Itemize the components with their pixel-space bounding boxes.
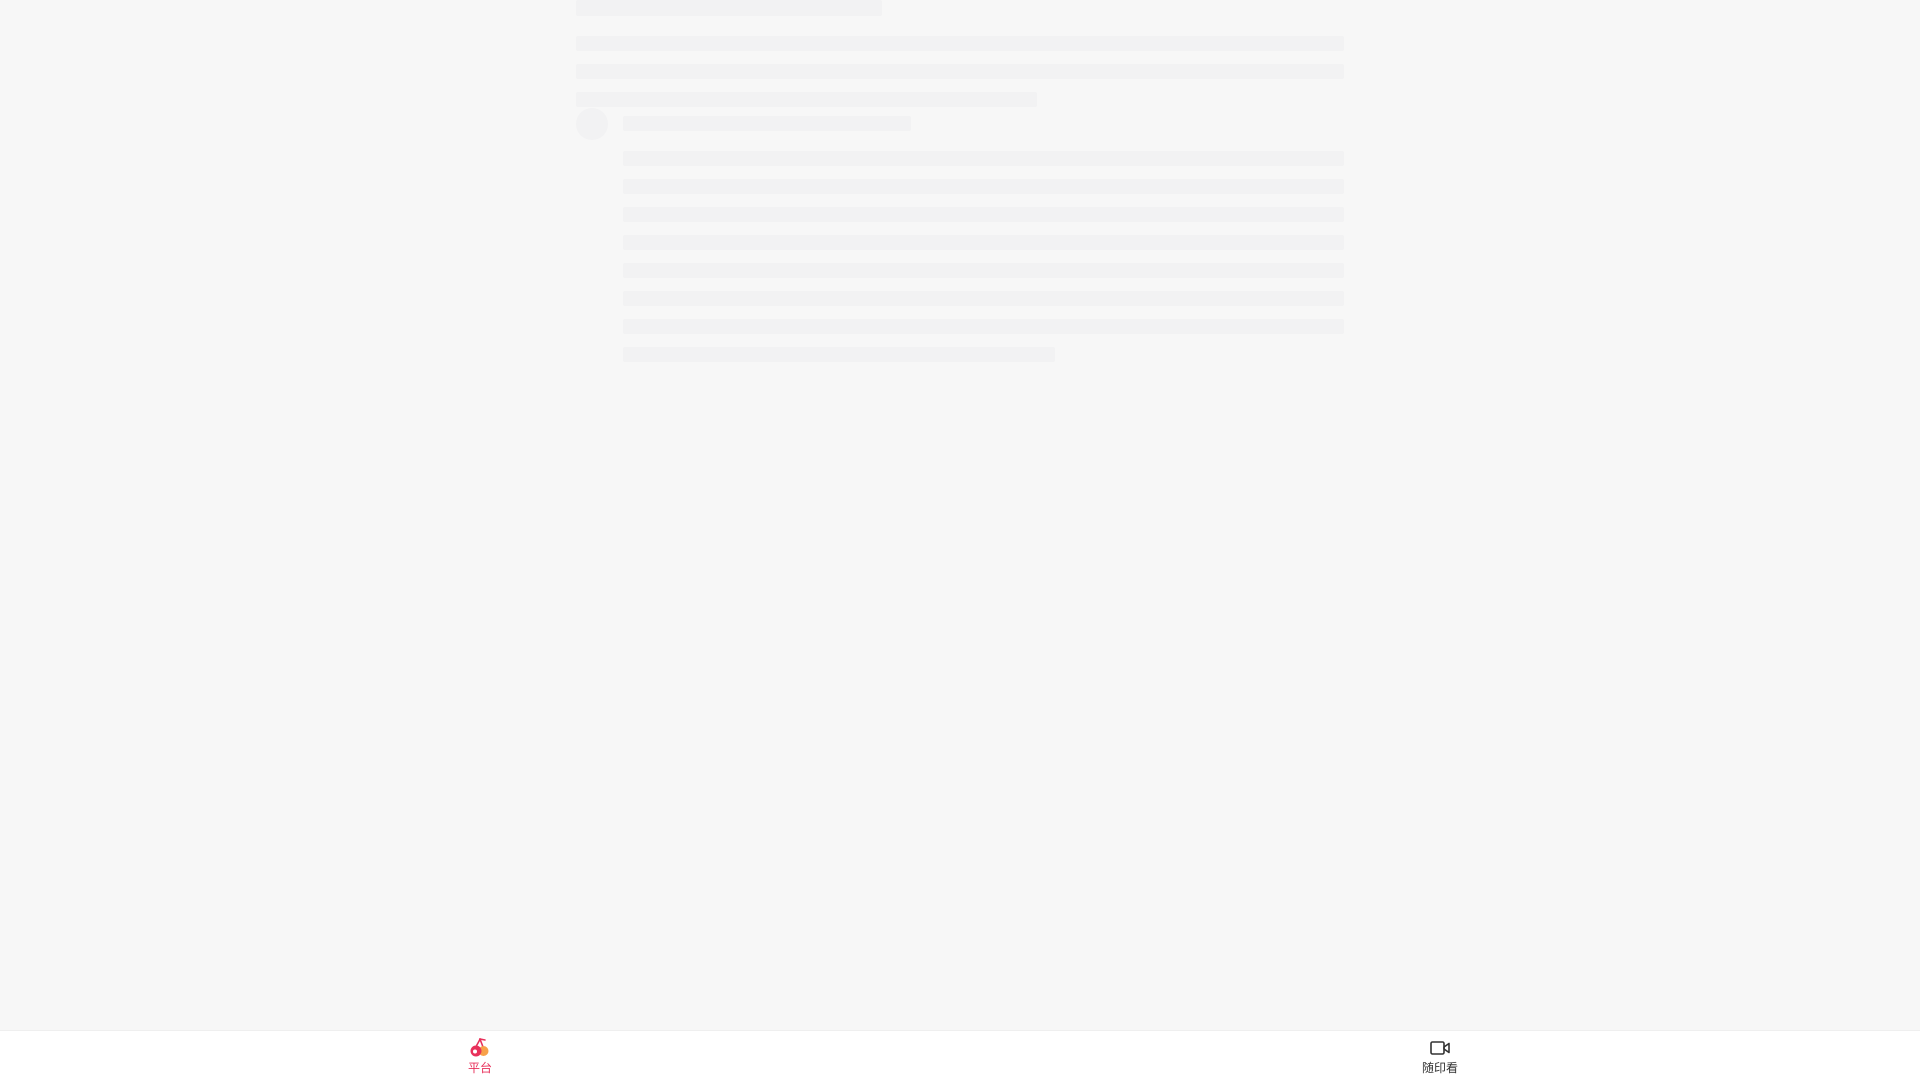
skeleton-text-line (623, 291, 1344, 306)
skeleton-text-line (623, 319, 1344, 334)
skeleton-text-line (576, 64, 1344, 79)
skeleton-text-line (576, 36, 1344, 51)
bottom-tab-bar: 平台 随印看 (0, 1030, 1920, 1080)
skeleton-text-line (623, 347, 1055, 362)
skeleton-text-line (623, 263, 1344, 278)
skeleton-text-line (623, 179, 1344, 194)
cherry-icon (468, 1037, 492, 1059)
skeleton-text-line (623, 235, 1344, 250)
skeleton-text-line (623, 151, 1344, 166)
tab-platform-label: 平台 (467, 1061, 492, 1075)
video-camera-icon (1428, 1037, 1452, 1059)
skeleton-text-line (623, 207, 1344, 222)
tab-watch[interactable]: 随印看 (1400, 1037, 1480, 1077)
skeleton-text-line (576, 92, 1037, 107)
skeleton-avatar (576, 108, 608, 140)
tab-platform[interactable]: 平台 (440, 1037, 520, 1077)
skeleton-title-line (576, 0, 882, 16)
page: 平台 随印看 (0, 0, 1920, 1080)
tab-watch-label: 随印看 (1421, 1061, 1458, 1075)
skeleton-name-line (623, 116, 911, 131)
